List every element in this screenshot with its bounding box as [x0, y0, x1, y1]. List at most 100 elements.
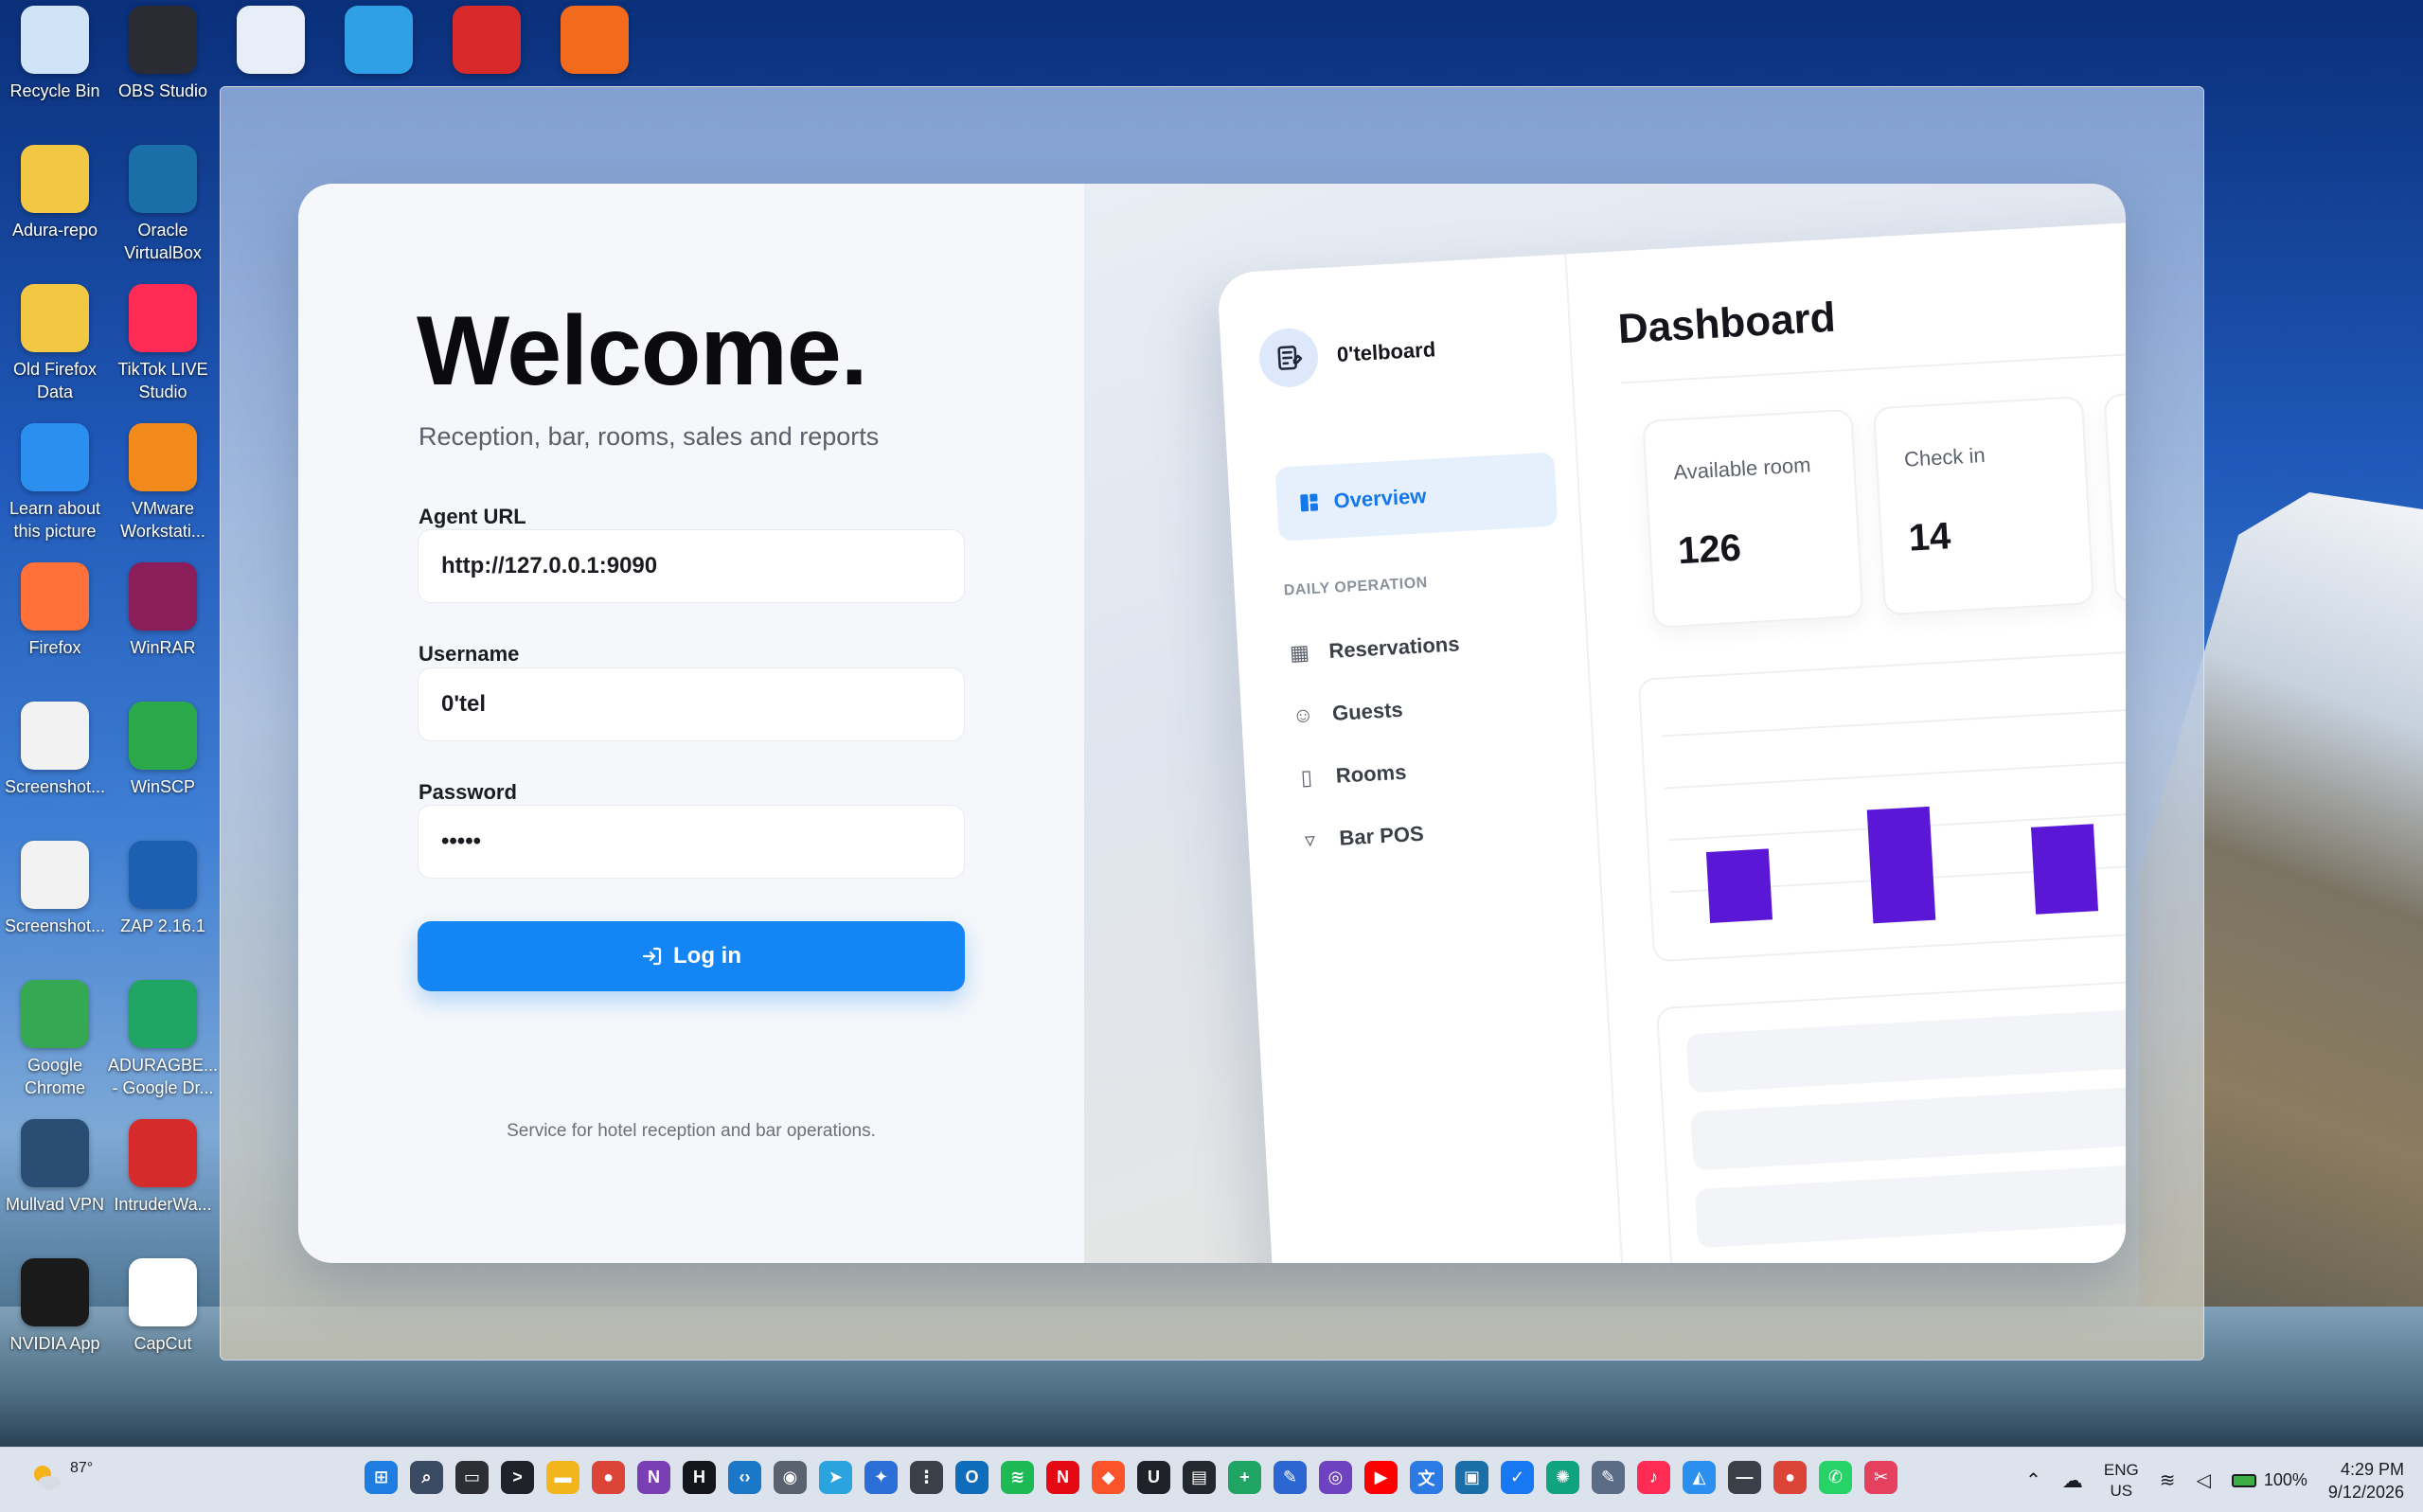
desktop-icon[interactable]: Screenshot... — [0, 696, 110, 828]
desktop-icon[interactable]: OBS Studio — [108, 0, 218, 133]
telegram-icon[interactable]: ➤ — [819, 1461, 852, 1494]
desktop-icon[interactable]: Google Chrome — [0, 974, 110, 1107]
language-bottom: US — [2110, 1481, 2133, 1500]
virtualbox-icon[interactable]: ▣ — [1455, 1461, 1488, 1494]
desktop-icon[interactable]: Firefox — [0, 557, 110, 689]
vscode-icon[interactable]: ‹› — [728, 1461, 761, 1494]
desktop-icon[interactable]: CapCut — [108, 1253, 218, 1385]
stat-value: 126 — [1676, 526, 1743, 573]
preview-chart — [1661, 701, 2126, 924]
desktop-icon[interactable]: Old Firefox Data — [0, 278, 110, 411]
login-button[interactable]: Log in — [418, 921, 965, 991]
desktop-icon-label: Recycle Bin — [9, 81, 100, 100]
clock-time: 4:29 PM — [2340, 1459, 2404, 1479]
translate-icon[interactable]: 文 — [1410, 1461, 1443, 1494]
battery-icon[interactable] — [2231, 1473, 2256, 1487]
cup-icon: ▿ — [1304, 827, 1316, 852]
paint-icon[interactable]: ✎ — [1274, 1461, 1307, 1494]
minus-icon[interactable]: — — [1728, 1461, 1761, 1494]
desktop-icon[interactable]: VMware Workstati... — [108, 418, 218, 550]
camera-icon[interactable]: ◉ — [774, 1461, 807, 1494]
tiktok-icon[interactable]: ♪ — [1637, 1461, 1670, 1494]
whatsapp-icon[interactable]: ✆ — [1819, 1461, 1852, 1494]
language-indicator[interactable]: ENG US — [2104, 1460, 2139, 1502]
footer-note: Service for hotel reception and bar oper… — [507, 1121, 876, 1141]
brave-icon[interactable]: ◆ — [1092, 1461, 1125, 1494]
preview-nav-item-label: Reservations — [1327, 631, 1461, 663]
desktop-icon[interactable]: Mullvad VPN — [0, 1113, 110, 1246]
dots-icon[interactable]: ⋮ — [910, 1461, 943, 1494]
desktop-icon[interactable]: NVIDIA App — [0, 1253, 110, 1385]
preview-nav-item-label: Rooms — [1335, 759, 1407, 788]
desktop-icon-label: ZAP 2.16.1 — [120, 916, 205, 935]
netflix-icon[interactable]: N — [1046, 1461, 1079, 1494]
desktop-icon[interactable]: IntruderWa... — [108, 1113, 218, 1246]
spreadsheet-icon — [237, 6, 305, 74]
task-view-icon[interactable]: ▭ — [455, 1461, 489, 1494]
file-icon — [21, 841, 89, 909]
chrome-profile-icon[interactable]: ● — [1773, 1461, 1807, 1494]
virtualbox-icon — [129, 145, 197, 213]
login-app-window: Welcome. Reception, bar, rooms, sales an… — [220, 86, 2204, 1361]
weather-widget[interactable]: 87° — [27, 1457, 93, 1495]
username-input[interactable] — [418, 667, 965, 741]
chart-gridline — [1665, 753, 2126, 790]
desktop-icon-label: Old Firefox Data — [12, 360, 98, 401]
desktop-icon[interactable]: ADURAGBE... - Google Dr... — [108, 974, 218, 1107]
mullvad-icon — [21, 1119, 89, 1187]
google-sheets-icon[interactable]: + — [1228, 1461, 1261, 1494]
desktop-icon[interactable]: WinSCP — [108, 696, 218, 828]
uber-icon[interactable]: U — [1137, 1461, 1170, 1494]
messenger-icon[interactable]: ✓ — [1501, 1461, 1534, 1494]
desktop-icon[interactable]: TikTok LIVE Studio — [108, 278, 218, 411]
wifi-icon[interactable]: ≋ — [2160, 1468, 2176, 1492]
agent-url-label: Agent URL — [419, 505, 526, 528]
preview-nav-item: ▿ Bar POS — [1297, 822, 1425, 853]
volume-icon[interactable]: ◁ — [2196, 1468, 2210, 1492]
github-icon[interactable]: ◎ — [1319, 1461, 1352, 1494]
h-app-icon[interactable]: H — [683, 1461, 716, 1494]
snipping-tool-icon[interactable]: ✂ — [1864, 1461, 1897, 1494]
preview-nav-overview-label: Overview — [1332, 484, 1427, 513]
chatgpt-icon[interactable]: ✺ — [1546, 1461, 1579, 1494]
media-icon[interactable]: ▤ — [1183, 1461, 1216, 1494]
share-icon[interactable]: ✦ — [864, 1461, 898, 1494]
chevron-up-icon[interactable]: ⌃ — [2025, 1468, 2041, 1492]
desktop-icon[interactable]: Oracle VirtualBox — [108, 139, 218, 272]
youtube-icon[interactable]: ▶ — [1364, 1461, 1398, 1494]
clock[interactable]: 4:29 PM 9/12/2026 — [2328, 1458, 2404, 1503]
picture-info-icon — [21, 423, 89, 491]
preview-nav-item: ☺ Guests — [1290, 698, 1403, 729]
winscp-icon — [129, 702, 197, 770]
downloader-icon — [345, 6, 413, 74]
outlook-icon[interactable]: O — [955, 1461, 989, 1494]
windows-start-icon[interactable]: ⊞ — [365, 1461, 398, 1494]
chrome-icon[interactable]: ● — [592, 1461, 625, 1494]
door-icon: ▯ — [1300, 765, 1313, 790]
notebook-icon — [1257, 327, 1320, 389]
desktop-icon[interactable]: Screenshot... — [0, 835, 110, 968]
agent-url-input[interactable] — [418, 529, 965, 603]
terminal-icon[interactable]: > — [501, 1461, 534, 1494]
zap-icon — [129, 841, 197, 909]
desktop-icon[interactable]: WinRAR — [108, 557, 218, 689]
desktop-icon[interactable]: Learn about this picture — [0, 418, 110, 550]
desktop-icon[interactable]: Adura-repo — [0, 139, 110, 272]
photos-icon[interactable]: ◭ — [1683, 1461, 1716, 1494]
firefox-icon — [21, 562, 89, 631]
preview-list-row — [1694, 1156, 2126, 1249]
spotify-icon[interactable]: ≋ — [1001, 1461, 1034, 1494]
file-icon — [21, 702, 89, 770]
file-explorer-icon[interactable]: ▬ — [546, 1461, 579, 1494]
battery-percent: 100% — [2263, 1470, 2307, 1489]
cloud-icon[interactable]: ☁ — [2062, 1468, 2083, 1493]
desktop-icon[interactable]: ZAP 2.16.1 — [108, 835, 218, 968]
password-label: Password — [419, 780, 517, 804]
onenote-icon[interactable]: N — [637, 1461, 670, 1494]
otelboard-icon[interactable]: ✎ — [1592, 1461, 1625, 1494]
password-input[interactable] — [418, 805, 965, 879]
search-icon[interactable]: ⌕ — [410, 1461, 443, 1494]
desktop-icon-label: Screenshot... — [4, 777, 106, 796]
desktop-icon[interactable]: Recycle Bin — [0, 0, 110, 133]
intruder-icon — [129, 1119, 197, 1187]
